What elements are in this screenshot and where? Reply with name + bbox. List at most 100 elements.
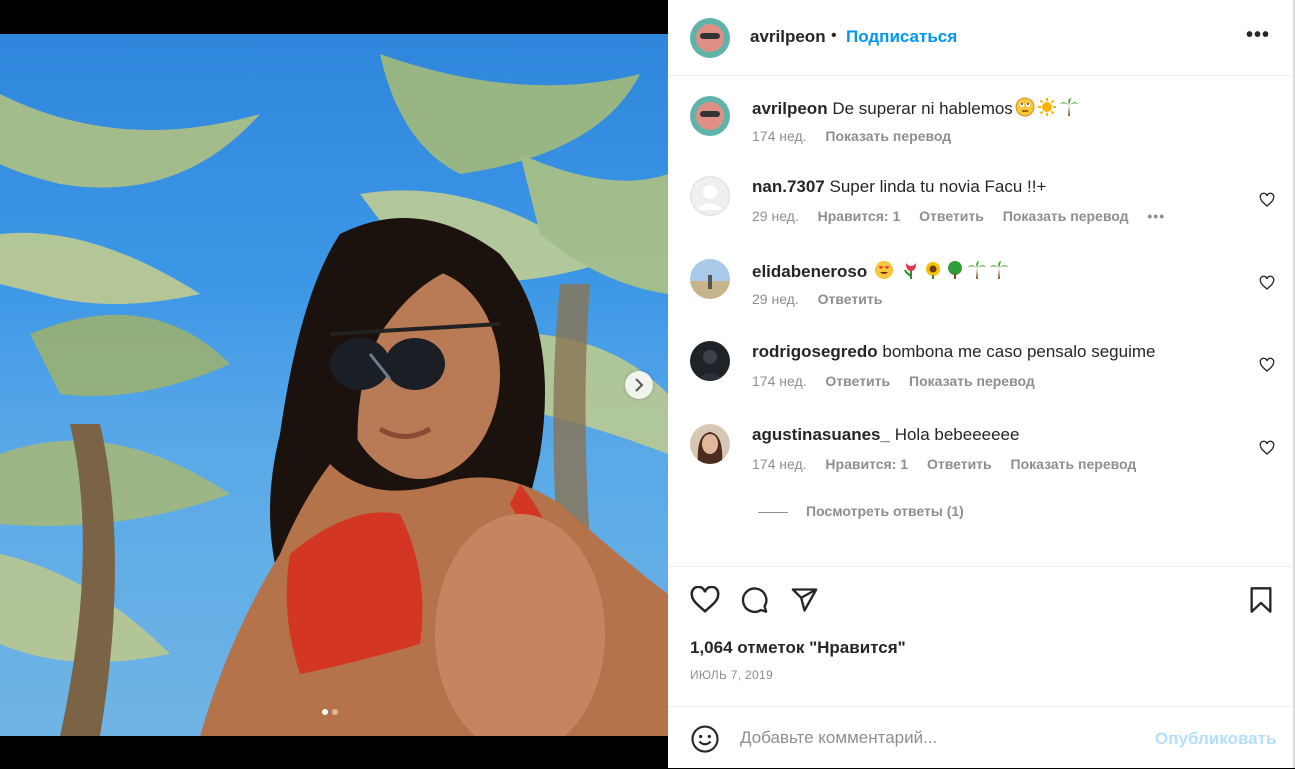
likes-count[interactable]: 1,064 отметок "Нравится" <box>690 638 906 658</box>
caption-avatar[interactable] <box>690 96 730 136</box>
commenter-avatar[interactable] <box>690 259 730 299</box>
default-avatar-icon <box>690 176 730 216</box>
comment-line: rodrigosegredo bombona me caso pensalo s… <box>752 342 1155 362</box>
comment-like-button[interactable] <box>1259 357 1275 378</box>
comment-time[interactable]: 29 нед. <box>752 291 799 307</box>
caption-line: avrilpeon De superar ni hablemos <box>752 97 1079 122</box>
caption-username[interactable]: avrilpeon <box>752 99 828 118</box>
comment-text: bombona me caso pensalo seguime <box>882 342 1156 361</box>
comment-line: nan.7307 Super linda tu novia Facu !!+ <box>752 177 1046 197</box>
comment-meta: 174 нед. Нравится: 1 Ответить Показать п… <box>752 456 1151 472</box>
comment-username[interactable]: elidabeneroso <box>752 262 867 281</box>
comment-text: Hola bebeeeeee <box>894 425 1020 444</box>
caption-text: De superar ni hablemos <box>832 99 1013 118</box>
smiley-icon <box>691 725 719 753</box>
send-icon <box>791 588 818 612</box>
post-date[interactable]: ИЮЛЬ 7, 2019 <box>690 668 773 682</box>
view-replies-label: Посмотреть ответы (1) <box>806 503 964 519</box>
comment-time[interactable]: 174 нед. <box>752 456 807 472</box>
comment-meta: 29 нед. Ответить <box>752 291 897 307</box>
sun-emoji-icon <box>1037 97 1057 122</box>
follow-button[interactable]: Подписаться <box>846 27 957 47</box>
comment-username[interactable]: agustinasuanes_ <box>752 425 890 444</box>
comment-options-icon[interactable]: ••• <box>1147 208 1165 224</box>
more-options-icon[interactable]: ••• <box>1246 24 1270 47</box>
comment-button[interactable] <box>740 586 769 619</box>
palm-tree-emoji-icon <box>989 260 1009 285</box>
carousel-dot <box>332 709 338 715</box>
caption-time[interactable]: 174 нед. <box>752 128 807 144</box>
avatar-image <box>690 259 730 299</box>
translate-button[interactable]: Показать перевод <box>1003 208 1129 224</box>
heart-icon <box>1259 192 1275 207</box>
save-button[interactable] <box>1248 586 1274 619</box>
tulip-emoji-icon <box>901 260 921 285</box>
post-media <box>0 0 668 768</box>
reply-button[interactable]: Ответить <box>818 291 883 307</box>
sunflower-emoji-icon <box>923 260 943 285</box>
caption-translate-button[interactable]: Показать перевод <box>825 128 951 144</box>
comment-likes[interactable]: Нравится: 1 <box>818 208 901 224</box>
comment-username[interactable]: rodrigosegredo <box>752 342 878 361</box>
comment-text: Super linda tu novia Facu !!+ <box>829 177 1047 196</box>
post-actions: 1,064 отметок "Нравится" ИЮЛЬ 7, 2019 <box>668 566 1293 707</box>
replies-divider <box>758 511 788 513</box>
tree-emoji-icon <box>945 260 965 285</box>
chevron-right-icon <box>635 378 644 392</box>
author-username[interactable]: avrilpeon <box>750 27 826 47</box>
comment-time[interactable]: 29 нед. <box>752 208 799 224</box>
translate-button[interactable]: Показать перевод <box>1011 456 1137 472</box>
heart-eyes-emoji-icon <box>874 260 894 285</box>
comment-item: agustinasuanes_ Hola bebeeeeee 174 нед. … <box>668 404 1293 484</box>
photo-illustration <box>0 54 668 736</box>
comment-username[interactable]: nan.7307 <box>752 177 825 196</box>
add-comment-bar: Опубликовать <box>668 706 1293 769</box>
caption: avrilpeon De superar ni hablemos 174 нед… <box>668 76 1293 156</box>
comment-line: elidabeneroso <box>752 260 1009 285</box>
commenter-avatar[interactable] <box>690 424 730 464</box>
post-photo[interactable] <box>0 34 668 736</box>
commenter-avatar[interactable] <box>690 341 730 381</box>
reply-button[interactable]: Ответить <box>927 456 992 472</box>
palm-tree-emoji-icon <box>1059 97 1079 122</box>
comment-item: rodrigosegredo bombona me caso pensalo s… <box>668 321 1293 401</box>
avatar-image <box>690 424 730 464</box>
rolling-eyes-emoji-icon <box>1015 97 1035 122</box>
bookmark-icon <box>1250 587 1272 613</box>
heart-icon <box>1259 440 1275 455</box>
comment-like-button[interactable] <box>1259 275 1275 296</box>
view-replies-button[interactable]: Посмотреть ответы (1) <box>758 503 964 519</box>
separator-dot: • <box>831 27 837 44</box>
carousel-next-button[interactable] <box>625 371 653 399</box>
heart-icon <box>690 585 720 613</box>
post-details-panel: avrilpeon • Подписаться ••• avrilpeon De… <box>668 0 1295 768</box>
commenter-avatar[interactable] <box>690 176 730 216</box>
author-avatar[interactable] <box>690 18 730 58</box>
comment-item: elidabeneroso 29 нед. Ответить <box>668 239 1293 319</box>
heart-icon <box>1259 357 1275 372</box>
comment-meta: 29 нед. Нравится: 1 Ответить Показать пе… <box>752 208 1180 224</box>
comment-input[interactable] <box>740 725 1140 751</box>
comment-meta: 174 нед. Ответить Показать перевод <box>752 373 1050 389</box>
comment-line: agustinasuanes_ Hola bebeeeeee <box>752 425 1019 445</box>
palm-tree-emoji-icon <box>967 260 987 285</box>
comment-item-partial: analiaceopak <box>668 546 1293 566</box>
avatar-image <box>690 18 730 58</box>
publish-button[interactable]: Опубликовать <box>1155 729 1276 749</box>
comment-likes[interactable]: Нравится: 1 <box>825 456 908 472</box>
avatar-image <box>690 341 730 381</box>
carousel-indicator <box>322 709 338 715</box>
comment-like-button[interactable] <box>1259 440 1275 461</box>
comment-time[interactable]: 174 нед. <box>752 373 807 389</box>
caption-meta: 174 нед. Показать перевод <box>752 128 966 144</box>
translate-button[interactable]: Показать перевод <box>909 373 1035 389</box>
comments-list[interactable]: avrilpeon De superar ni hablemos 174 нед… <box>668 76 1293 566</box>
comment-item: nan.7307 Super linda tu novia Facu !!+ 2… <box>668 156 1293 236</box>
heart-icon <box>1259 275 1275 290</box>
reply-button[interactable]: Ответить <box>919 208 984 224</box>
like-button[interactable] <box>690 585 720 619</box>
emoji-picker-button[interactable] <box>690 724 720 759</box>
reply-button[interactable]: Ответить <box>825 373 890 389</box>
share-button[interactable] <box>790 586 819 619</box>
comment-like-button[interactable] <box>1259 192 1275 213</box>
